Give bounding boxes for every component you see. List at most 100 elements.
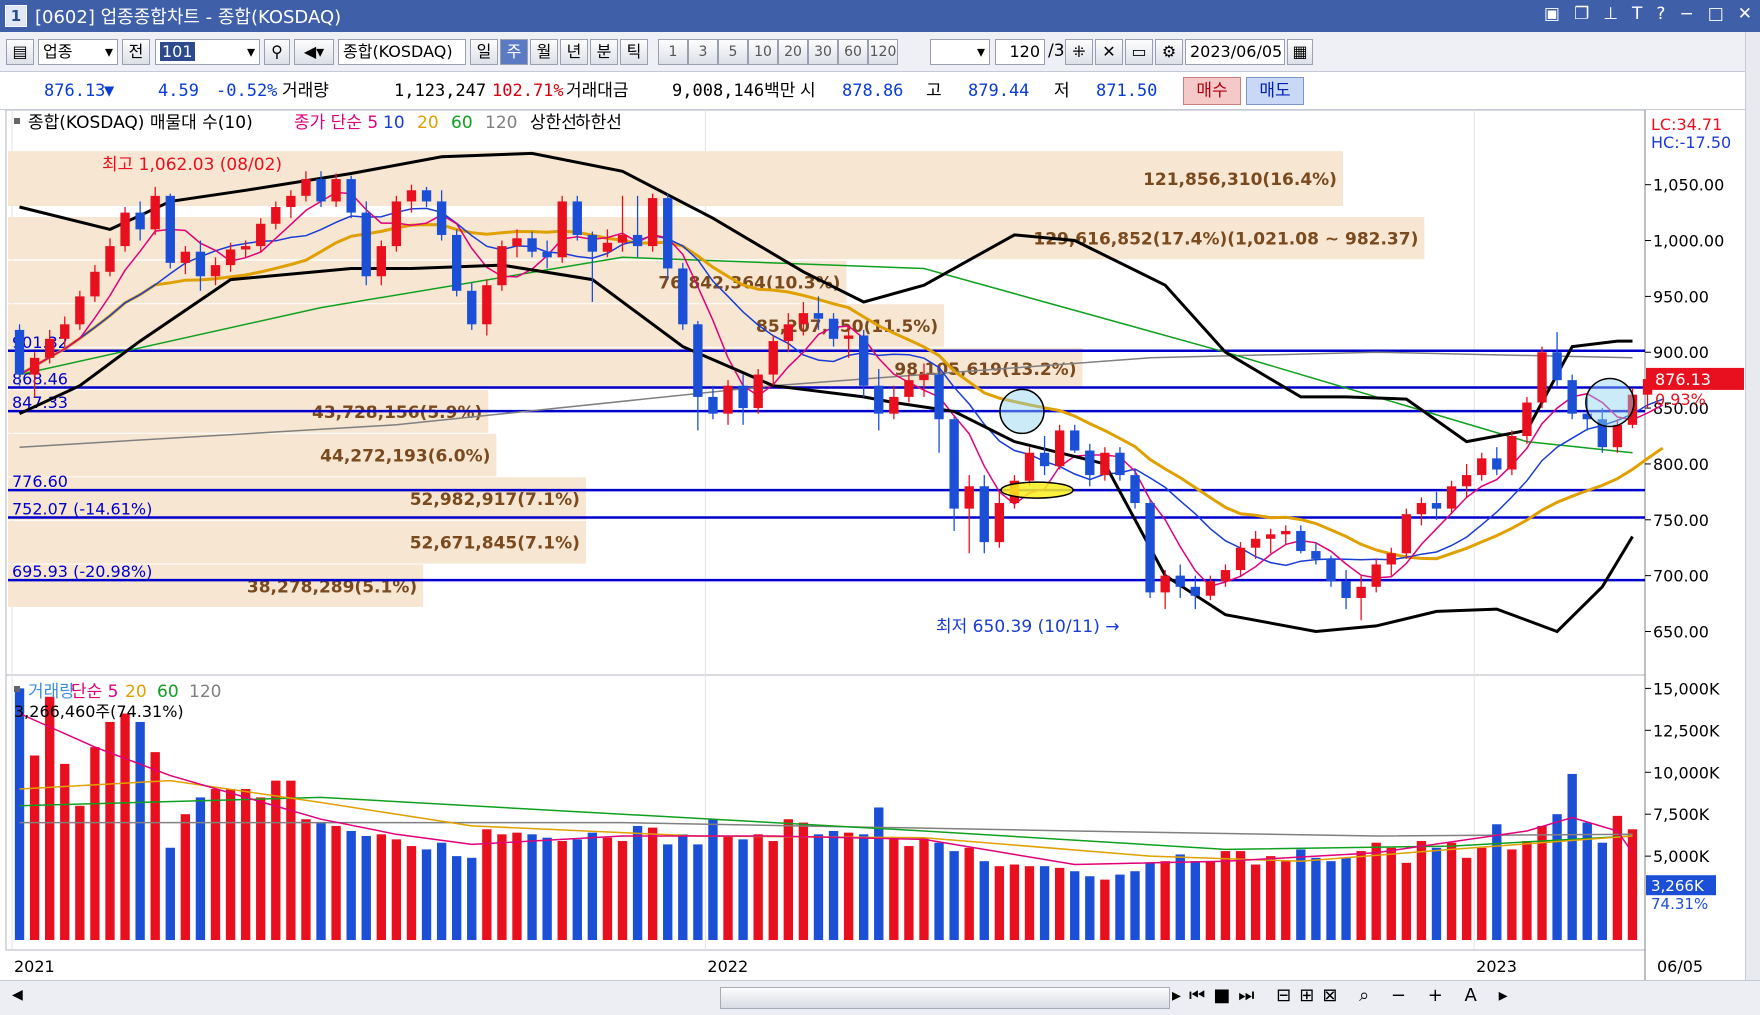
- period-button[interactable]: 일: [470, 39, 498, 65]
- volume-bar: [240, 789, 251, 940]
- price-legend-item: 종가 단순 5: [294, 113, 378, 133]
- volume-bar: [1386, 847, 1396, 940]
- candle-body: [1085, 450, 1095, 476]
- settings-icon[interactable]: ⚙: [1155, 39, 1183, 65]
- candle-body: [376, 246, 386, 277]
- jeon-button[interactable]: 전: [122, 39, 150, 65]
- volume-profile-label: 43,728,156(5.9%): [312, 403, 482, 423]
- save-icon[interactable]: ▭: [1125, 39, 1153, 65]
- interval-button[interactable]: 10: [748, 39, 778, 65]
- candle-body: [436, 201, 447, 235]
- menu-icon[interactable]: ▤: [6, 39, 34, 65]
- maximize-icon[interactable]: □: [1708, 4, 1724, 24]
- calendar-icon[interactable]: ▦: [1287, 39, 1313, 65]
- window-number[interactable]: 1: [5, 5, 27, 27]
- volume-bar: [90, 747, 100, 940]
- sell-button[interactable]: 매도: [1246, 77, 1304, 105]
- candle-body: [1281, 530, 1291, 535]
- scroll-left-icon[interactable]: ◀: [12, 987, 23, 1003]
- volume-bar: [768, 841, 778, 940]
- volume-bar: [1205, 861, 1216, 940]
- candle-body: [1341, 581, 1351, 598]
- vol-tick-label: 12,500K: [1653, 721, 1720, 740]
- interval-button[interactable]: 120: [868, 39, 898, 65]
- interval-button[interactable]: 30: [808, 39, 838, 65]
- candle-body: [919, 374, 929, 381]
- pin-icon[interactable]: ⊥: [1603, 4, 1618, 24]
- period-button[interactable]: 틱: [620, 39, 648, 65]
- chart-area[interactable]: 2021 2022 2023 06/05 121,856,310(16.4%) 129,6…: [0, 110, 1760, 980]
- volume-bar: [1371, 842, 1381, 940]
- volume-max-label: 3,266,460주(74.31%): [14, 702, 184, 721]
- volume-bar: [693, 844, 703, 940]
- volume-bar: [934, 842, 944, 940]
- candle-body: [1054, 430, 1065, 467]
- crosshair-icon[interactable]: ✕: [1095, 39, 1123, 65]
- interval-button[interactable]: 1: [658, 39, 688, 65]
- chart-scrollbar[interactable]: ◀ ▸⏮■⏭ ⊟⊞⊠ ⌕ − + A ▸: [0, 980, 1760, 1015]
- help-icon[interactable]: ?: [1656, 4, 1665, 24]
- candle-body: [497, 246, 507, 286]
- volume-bar: [29, 755, 40, 940]
- category-select[interactable]: 업종 ▾: [38, 39, 118, 65]
- low-annotation: 최저 650.39 (10/11) →: [936, 617, 1119, 637]
- x-tick-label: 2021: [14, 957, 55, 976]
- volume-bar: [889, 837, 899, 940]
- code-input[interactable]: 101 ▾: [155, 39, 260, 65]
- text-icon[interactable]: T: [1632, 4, 1642, 24]
- candle-body: [1024, 452, 1035, 481]
- period-button[interactable]: 분: [590, 39, 618, 65]
- candle-body: [617, 234, 628, 243]
- layout-icon[interactable]: ▣: [1544, 4, 1560, 24]
- chevron-down-icon: ▾: [246, 42, 255, 61]
- period-button[interactable]: 주: [500, 39, 528, 65]
- speaker-icon[interactable]: ◀▾: [294, 39, 334, 65]
- period-button[interactable]: 월: [530, 39, 558, 65]
- candle-body: [843, 335, 854, 339]
- search-icon[interactable]: ⚲: [264, 39, 290, 65]
- volume-bar: [723, 836, 733, 940]
- restore-icon[interactable]: ❐: [1574, 4, 1589, 24]
- cursor-tool-icon[interactable]: ⁜: [1065, 39, 1093, 65]
- close-icon[interactable]: ✕: [1738, 4, 1752, 24]
- candle-body: [1386, 553, 1396, 565]
- y-tick-label: 1,050.00: [1653, 176, 1724, 195]
- candle-body: [964, 486, 974, 509]
- period-button[interactable]: 년: [560, 39, 588, 65]
- interval-button[interactable]: 3: [688, 39, 718, 65]
- volume-bar: [979, 861, 989, 940]
- volume-bar: [1552, 814, 1562, 940]
- candle-body: [1431, 503, 1442, 509]
- index-name-field[interactable]: 종합(KOSDAQ): [338, 39, 466, 65]
- interval-select[interactable]: ▾: [930, 39, 990, 65]
- amount-value: 9,008,146백만: [672, 81, 796, 101]
- date-input[interactable]: 2023/06/05: [1185, 39, 1285, 65]
- volume-bar: [301, 819, 311, 940]
- volume-bar: [1416, 841, 1427, 940]
- candle-body: [602, 242, 613, 252]
- interval-button[interactable]: 5: [718, 39, 748, 65]
- count-input[interactable]: 120: [995, 39, 1045, 65]
- interval-button[interactable]: 60: [838, 39, 868, 65]
- volume-bar: [1085, 876, 1095, 940]
- volume-panel-frame: [5, 674, 1646, 951]
- interval-button[interactable]: 20: [778, 39, 808, 65]
- scroll-thumb[interactable]: [720, 987, 1170, 1009]
- x-right-label: 06/05: [1657, 957, 1703, 976]
- volume-bar: [1311, 857, 1321, 940]
- candle-body: [783, 324, 793, 342]
- volume-bar: [1024, 866, 1035, 940]
- candle-body: [1552, 352, 1562, 381]
- volume-bar: [135, 721, 145, 940]
- quote-bar: 876.13 ▼ 4.59 -0.52% 거래량 1,123,247 102.7…: [0, 72, 1760, 110]
- buy-button[interactable]: 매수: [1183, 77, 1241, 105]
- right-panel-strip[interactable]: [1745, 32, 1760, 980]
- volume-profile-label: 52,982,917(7.1%): [410, 490, 580, 510]
- minimize-icon[interactable]: −: [1679, 4, 1693, 24]
- candle-body: [587, 234, 598, 252]
- chart-svg[interactable]: 2021 2022 2023 06/05 121,856,310(16.4%) 129,6…: [0, 110, 1745, 980]
- candle-body: [316, 179, 326, 202]
- playback-controls[interactable]: ▸⏮■⏭ ⊟⊞⊠ ⌕ − + A ▸: [1172, 985, 1516, 1006]
- candle-body: [29, 357, 40, 375]
- candle-body: [768, 341, 778, 375]
